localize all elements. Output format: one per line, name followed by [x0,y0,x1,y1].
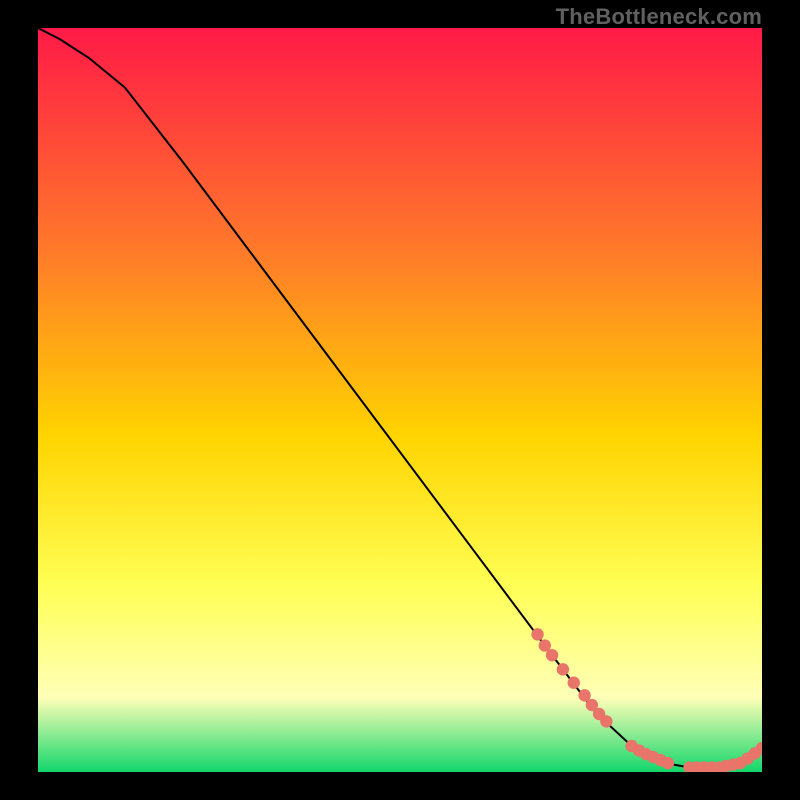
watermark-text: TheBottleneck.com [556,4,762,30]
data-point [662,757,674,769]
chart-stage: TheBottleneck.com [0,0,800,800]
data-point [568,677,580,689]
data-point [546,649,558,661]
chart-svg [38,28,762,772]
data-point [531,628,543,640]
plot-area [38,28,762,772]
data-point [557,663,569,675]
gradient-background [38,28,762,772]
data-point [600,715,612,727]
